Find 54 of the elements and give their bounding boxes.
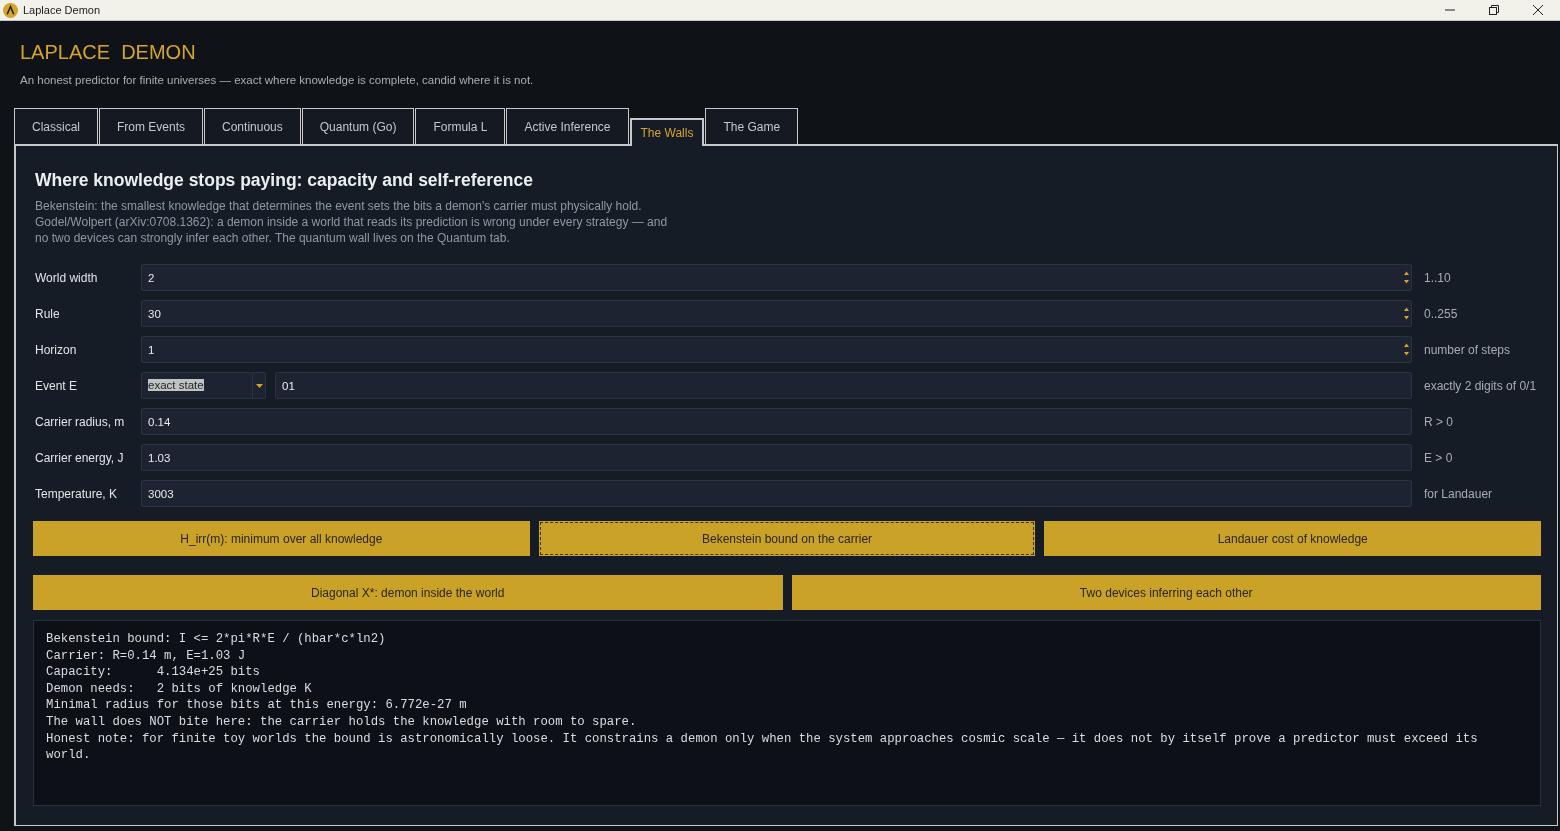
number-input[interactable]: 30 <box>141 300 1412 327</box>
action-button[interactable]: Diagonal X*: demon inside the world <box>33 575 783 610</box>
restore-icon <box>1489 5 1499 15</box>
field-label: Carrier radius, m <box>34 413 125 431</box>
spin-arrows-icon[interactable] <box>1404 271 1409 284</box>
tab[interactable]: Formula L <box>415 108 506 144</box>
close-icon <box>1533 5 1543 15</box>
caret-icon[interactable] <box>255 383 263 388</box>
field-label: Rule <box>34 305 60 323</box>
tab[interactable]: From Events <box>99 108 204 144</box>
logo-icon <box>3 2 18 18</box>
output-line: Demon needs: 2 bits of knowledge K <box>46 680 313 698</box>
text-input[interactable]: 1.03 <box>141 444 1412 471</box>
app-subtitle: An honest predictor for finite universes — exact where knowledge is complete, candid where it is not. <box>20 73 534 88</box>
field-label: Event E <box>34 377 78 395</box>
action-button[interactable]: Bekenstein bound on the carrier <box>538 521 1036 556</box>
field-label: Horizon <box>34 341 77 359</box>
field-hint: 1..10 <box>1424 269 1451 287</box>
field-label: Carrier energy, J <box>34 449 124 467</box>
output-line: Capacity: 4.134e+25 bits <box>46 664 261 681</box>
field-hint: R > 0 <box>1424 413 1453 431</box>
output-line: The wall does NOT bite here: the carrier holds the knowledge with room to spare. <box>46 713 638 731</box>
tab[interactable]: Classical <box>14 108 98 144</box>
number-input[interactable]: 1 <box>141 336 1412 363</box>
output-line: Honest note: for finite toy worlds the bound is astronomically loose. It constrains a demon only when the system approaches cosmic scale — it does not by itself prove a predictor must exceed its world. <box>46 730 1479 764</box>
text-input[interactable]: 0.14 <box>141 408 1412 435</box>
output-line: Bekenstein bound: I <= 2*pi*R*E / (hbar*c*ln2) <box>46 631 387 648</box>
event-type-select[interactable]: exact state <box>141 372 266 399</box>
tab[interactable]: Active Inference <box>506 108 629 144</box>
section-heading: Where knowledge stops paying: capacity and self-reference <box>35 169 533 192</box>
text-input[interactable]: 01 <box>275 372 1412 399</box>
tab[interactable]: Quantum (Go) <box>301 108 415 144</box>
app-title: LAPLACE DEMON <box>20 40 196 64</box>
field-hint: 0..255 <box>1424 305 1458 323</box>
action-button[interactable]: Two devices inferring each other <box>791 575 1541 610</box>
action-button[interactable]: H_irr(m): minimum over all knowledge <box>33 521 530 556</box>
window-title: Laplace Demon <box>23 2 101 18</box>
output-line: Carrier: R=0.14 m, E=1.03 J <box>46 647 247 665</box>
section-description: Bekenstein: the smallest knowledge that determines the event sets the bits a demon's carrier must physically hold. Godel/Wolpert (arXiv:0708.1362): a demon inside a world that reads its prediction is wrong under every strategy — and no two devices can strongly infer each other. The quantum wall lives on the Quantum tab. <box>35 198 669 246</box>
text-input[interactable]: 3003 <box>141 480 1412 507</box>
field-hint: E > 0 <box>1424 449 1453 467</box>
tab[interactable]: Continuous <box>204 108 301 144</box>
spin-arrows-icon[interactable] <box>1404 343 1409 356</box>
output-line: Minimal radius for those bits at this energy: 6.772e-27 m <box>46 697 468 714</box>
tab[interactable]: The Walls <box>629 118 705 146</box>
tab[interactable]: The Game <box>705 108 799 144</box>
field-label: Temperature, K <box>34 485 118 503</box>
field-hint: number of steps <box>1424 341 1511 359</box>
field-hint: exactly 2 digits of 0/1 <box>1424 377 1537 395</box>
number-input[interactable]: 2 <box>141 264 1412 291</box>
field-label: World width <box>34 269 98 287</box>
spin-arrows-icon[interactable] <box>1404 307 1409 320</box>
action-button[interactable]: Landauer cost of knowledge <box>1044 521 1541 556</box>
field-hint: for Landauer <box>1424 485 1493 503</box>
